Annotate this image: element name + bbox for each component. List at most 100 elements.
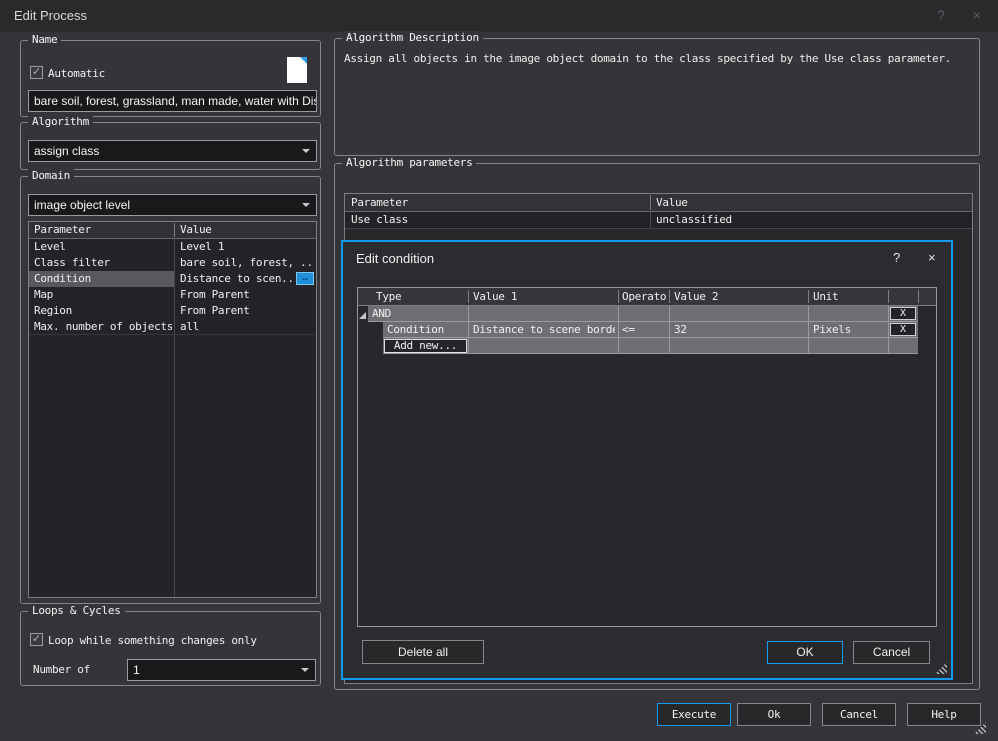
dialog-resize-grip[interactable] [935, 662, 947, 674]
domain-parameter-table: Parameter Value Level Level 1 Class filt… [28, 221, 317, 598]
ok-button[interactable]: Ok [737, 703, 811, 726]
number-of-value: 1 [133, 663, 140, 677]
name-input-value: bare soil, forest, grassland, man made, … [34, 94, 317, 108]
condition-table: Type Value 1 Operator Value 2 Unit AND X… [357, 287, 937, 627]
cell-divider [888, 338, 889, 353]
table-row-condition-selected[interactable]: Condition Distance to scen... .. [29, 271, 316, 287]
condition-unit: Pixels [813, 322, 885, 338]
parameters-group-label: Algorithm parameters [342, 156, 476, 169]
delete-condition-button[interactable]: X [890, 323, 916, 336]
row-parameter: Level [34, 239, 172, 255]
header-divider [650, 195, 651, 210]
condition-ellipsis-button[interactable]: .. [296, 272, 314, 285]
add-new-row: Add new... [383, 338, 918, 354]
number-of-dropdown[interactable]: 1 [127, 659, 316, 681]
algorithm-dropdown-value: assign class [34, 144, 99, 158]
name-input[interactable]: bare soil, forest, grassland, man made, … [28, 90, 317, 112]
automatic-checkbox[interactable]: ✓ [30, 66, 43, 79]
domain-group: Domain image object level Parameter Valu… [20, 176, 321, 604]
row-parameter: Condition [29, 271, 174, 287]
domain-dropdown[interactable]: image object level [28, 194, 317, 216]
name-group-label: Name [28, 33, 61, 46]
execute-button[interactable]: Execute [657, 703, 731, 726]
window-title: Edit Process [14, 8, 87, 23]
condition-type: Condition [387, 322, 467, 338]
table-row[interactable]: Class filter bare soil, forest, ... [29, 255, 316, 271]
cancel-button[interactable]: Cancel [822, 703, 896, 726]
cell-divider [888, 306, 889, 321]
description-group-label: Algorithm Description [342, 31, 483, 44]
domain-table-header: Parameter Value [29, 222, 316, 239]
loops-group: Loops & Cycles ✓ Loop while something ch… [20, 611, 321, 686]
header-unit: Unit [813, 289, 883, 305]
table-row[interactable]: Map From Parent [29, 287, 316, 303]
description-group: Algorithm Description Assign all objects… [334, 38, 980, 156]
cell-divider [618, 322, 619, 337]
header-parameter: Parameter [34, 222, 172, 238]
cell-divider [669, 306, 670, 321]
table-row[interactable]: Max. number of objects all [29, 319, 316, 335]
header-divider [808, 290, 809, 303]
header-divider [918, 290, 919, 303]
cell-divider [888, 322, 889, 337]
algorithm-group-label: Algorithm [28, 115, 93, 128]
dialog-help-icon[interactable]: ? [893, 250, 900, 265]
cell-divider [468, 306, 469, 321]
table-row[interactable]: Use class unclassified [345, 212, 972, 229]
window-help-icon[interactable]: ? [928, 7, 954, 25]
condition-table-header: Type Value 1 Operator Value 2 Unit [358, 288, 936, 306]
cell-divider [468, 322, 469, 337]
cell-divider [808, 338, 809, 353]
help-button[interactable]: Help [907, 703, 981, 726]
column-divider [650, 212, 651, 228]
dialog-ok-button[interactable]: OK [767, 641, 843, 664]
row-parameter: Class filter [34, 255, 172, 271]
row-parameter: Map [34, 287, 172, 303]
cell-divider [808, 322, 809, 337]
row-value: From Parent [180, 287, 314, 303]
dialog-cancel-button[interactable]: Cancel [853, 641, 930, 664]
row-parameter: Region [34, 303, 172, 319]
row-parameter: Use class [351, 212, 641, 228]
header-value2: Value 2 [674, 289, 804, 305]
header-operator: Operator [622, 289, 668, 305]
parameters-table-header: Parameter Value [345, 194, 972, 212]
condition-value2: 32 [674, 322, 804, 338]
chevron-down-icon [301, 668, 309, 672]
header-divider [174, 223, 175, 237]
document-fold-icon [300, 57, 307, 64]
expander-icon[interactable] [359, 312, 366, 319]
chevron-down-icon [302, 149, 310, 153]
name-group: Name ✓ Automatic bare soil, forest, gras… [20, 40, 321, 117]
header-divider [618, 290, 619, 303]
edit-condition-dialog: Edit condition ? × Type Value 1 Operator… [341, 240, 953, 680]
algorithm-dropdown[interactable]: assign class [28, 140, 317, 162]
header-value: Value [180, 222, 310, 238]
table-row[interactable]: Region From Parent [29, 303, 316, 319]
loop-checkbox[interactable]: ✓ [30, 633, 43, 646]
loops-group-label: Loops & Cycles [28, 604, 125, 617]
cell-divider [808, 306, 809, 321]
window-close-icon[interactable]: × [964, 7, 990, 25]
table-row[interactable]: Level Level 1 [29, 239, 316, 255]
automatic-label: Automatic [48, 67, 105, 80]
header-divider [669, 290, 670, 303]
header-type: Type [376, 289, 464, 305]
dialog-title: Edit condition [356, 251, 434, 266]
header-value: Value [656, 195, 956, 211]
header-parameter: Parameter [351, 195, 641, 211]
new-document-icon[interactable] [287, 57, 307, 83]
condition-row[interactable]: Condition Distance to scene border <= 32… [383, 322, 918, 338]
domain-group-label: Domain [28, 169, 74, 182]
delete-all-button[interactable]: Delete all [362, 640, 484, 664]
and-row[interactable]: AND X [368, 306, 918, 322]
chevron-down-icon [302, 203, 310, 207]
delete-and-button[interactable]: X [890, 307, 916, 320]
dialog-titlebar[interactable] [343, 242, 951, 276]
cell-divider [669, 322, 670, 337]
window-titlebar[interactable]: Edit Process ? × [0, 0, 998, 32]
row-value: all [180, 319, 314, 335]
add-new-button[interactable]: Add new... [384, 339, 467, 353]
dialog-close-icon[interactable]: × [928, 250, 936, 265]
cell-divider [468, 338, 469, 353]
